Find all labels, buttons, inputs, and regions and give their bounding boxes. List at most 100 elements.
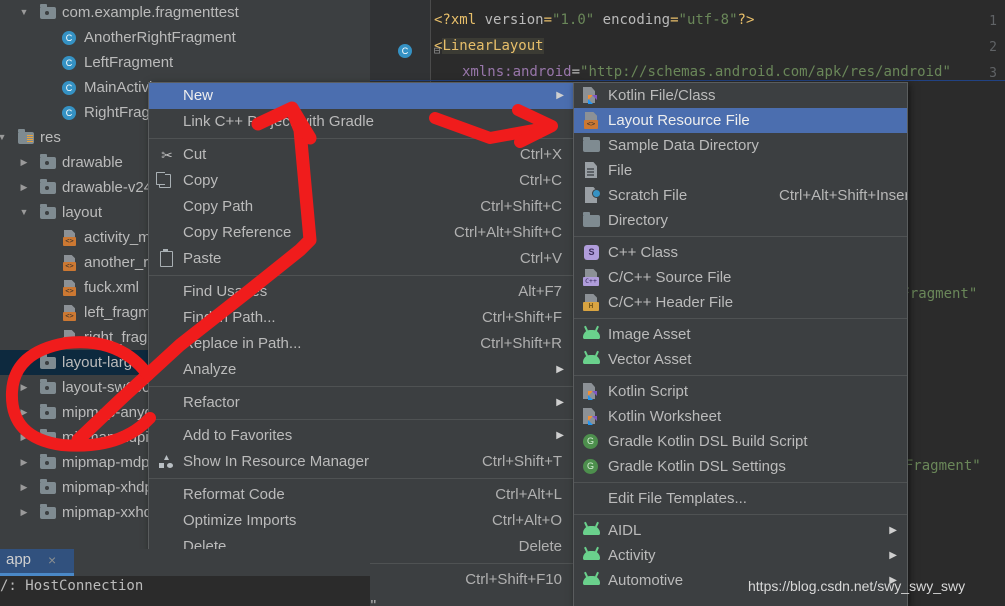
tree-row[interactable]: ▼ com.example.fragmenttest <box>0 0 370 25</box>
menu-item-label: Paste <box>183 250 222 267</box>
cpp-class-icon: S <box>583 244 601 261</box>
submenu-item-label: File <box>608 162 633 179</box>
submenu-item[interactable]: AIDL ▶ <box>574 518 907 543</box>
folder-icon <box>40 454 56 469</box>
submenu-item-label: Image Asset <box>608 326 691 343</box>
menu-item[interactable]: Optimize Imports Ctrl+Alt+O <box>149 508 574 534</box>
chevron-right-icon: ▶ <box>556 397 564 408</box>
chevron-right-icon[interactable]: ▶ <box>18 475 30 500</box>
submenu-item-label: C++ Class <box>608 244 679 261</box>
close-icon[interactable]: × <box>48 552 56 568</box>
menu-item-shortcut: Ctrl+Alt+L <box>495 486 562 503</box>
tree-row-label: drawable <box>62 154 123 171</box>
c-header-icon: H <box>583 294 601 311</box>
menu-item[interactable]: ✂ Cut Ctrl+X <box>149 142 574 168</box>
menu-separator <box>574 236 907 237</box>
menu-separator <box>149 138 574 139</box>
context-menu[interactable]: New ▶ Link C++ Project with Gradle ✂ Cut Ctrl… <box>148 82 575 606</box>
menu-item-label: Link C++ Project with Gradle <box>183 113 374 130</box>
menu-item[interactable]: Copy Reference Ctrl+Alt+Shift+C <box>149 220 574 246</box>
run-tool-window[interactable]: app × /: HostConnection <box>0 549 370 606</box>
menu-item[interactable]: Analyze ▶ <box>149 357 574 383</box>
menu-item[interactable]: New ▶ <box>149 83 574 109</box>
code-line-3: xmlns:android="http://schemas.android.co… <box>462 64 951 80</box>
submenu-item[interactable]: Edit File Templates... <box>574 486 907 511</box>
menu-item[interactable]: Refactor ▶ <box>149 390 574 416</box>
chevron-right-icon[interactable]: ▶ <box>18 375 30 400</box>
menu-item[interactable]: Paste Ctrl+V <box>149 246 574 272</box>
submenu-item[interactable]: H C/C++ Header File <box>574 290 907 315</box>
chevron-right-icon[interactable]: ▶ <box>18 175 30 200</box>
android-icon <box>583 526 600 535</box>
submenu-item[interactable]: Kotlin Worksheet <box>574 404 907 429</box>
submenu-item-label: Edit File Templates... <box>608 490 747 507</box>
submenu-item[interactable]: G Gradle Kotlin DSL Settings <box>574 454 907 479</box>
submenu-item[interactable]: Sample Data Directory <box>574 133 907 158</box>
line-number: 3 <box>989 66 997 81</box>
chevron-right-icon[interactable]: ▶ <box>18 150 30 175</box>
chevron-right-icon[interactable]: ▶ <box>18 450 30 475</box>
kotlin-icon <box>583 383 599 400</box>
menu-item[interactable]: Copy Path Ctrl+Shift+C <box>149 194 574 220</box>
submenu-item[interactable]: Directory <box>574 208 907 233</box>
run-tab-app[interactable]: app × <box>0 549 74 573</box>
submenu-item[interactable]: S C++ Class <box>574 240 907 265</box>
class-icon: C <box>62 106 76 120</box>
menu-separator <box>149 478 574 479</box>
menu-item-label: Replace in Path... <box>183 335 302 352</box>
tree-row[interactable]: C AnotherRightFragment <box>0 25 370 50</box>
submenu-item[interactable]: Image Asset <box>574 322 907 347</box>
menu-item-shortcut: Ctrl+Alt+Shift+C <box>454 224 562 241</box>
submenu-item[interactable]: Kotlin Script <box>574 379 907 404</box>
menu-item[interactable]: Link C++ Project with Gradle <box>149 109 574 135</box>
submenu-item[interactable]: <> Layout Resource File <box>574 108 907 133</box>
chevron-right-icon: ▶ <box>556 364 564 375</box>
scratch-file-icon <box>585 187 601 203</box>
submenu-item[interactable]: G Gradle Kotlin DSL Build Script <box>574 429 907 454</box>
chevron-right-icon[interactable]: ▶ <box>18 500 30 525</box>
submenu-item[interactable]: Scratch File Ctrl+Alt+Shift+Insert <box>574 183 907 208</box>
submenu-item[interactable]: Vector Asset <box>574 347 907 372</box>
menu-separator <box>574 482 907 483</box>
new-submenu[interactable]: Kotlin File/Class <> Layout Resource File S… <box>573 82 908 606</box>
submenu-item[interactable]: Activity ▶ <box>574 543 907 568</box>
menu-item-shortcut: Ctrl+Shift+F <box>481 309 562 326</box>
tree-row-label: fuck.xml <box>84 279 140 296</box>
chevron-down-icon[interactable]: ▼ <box>0 125 8 150</box>
menu-item-label: Reformat Code <box>183 486 285 503</box>
chevron-down-icon[interactable]: ▼ <box>18 200 30 225</box>
class-icon: C <box>62 81 76 95</box>
folder-icon <box>40 179 56 194</box>
class-gutter-icon[interactable]: C <box>398 44 412 58</box>
submenu-item-label: Activity <box>608 547 656 564</box>
menu-separator <box>149 275 574 276</box>
android-icon <box>583 330 600 339</box>
kotlin-icon <box>583 408 599 425</box>
folder-icon <box>40 379 56 394</box>
menu-item[interactable]: Find Usages Alt+F7 <box>149 279 574 305</box>
tree-row[interactable]: C LeftFragment <box>0 50 370 75</box>
chevron-right-icon[interactable]: ▶ <box>18 425 30 450</box>
menu-item[interactable]: Copy Ctrl+C <box>149 168 574 194</box>
submenu-item[interactable]: File <box>574 158 907 183</box>
chevron-right-icon[interactable]: ▶ <box>18 400 30 425</box>
chevron-down-icon[interactable]: ▼ <box>18 350 30 375</box>
submenu-item-label: Automotive <box>608 572 684 589</box>
xml-layout-icon: <> <box>62 255 78 271</box>
submenu-item[interactable]: C++ C/C++ Source File <box>574 265 907 290</box>
tree-row-label: res <box>40 129 61 146</box>
xml-layout-icon: <> <box>62 330 78 346</box>
submenu-item[interactable]: Kotlin File/Class <box>574 83 907 108</box>
menu-item[interactable]: Find in Path... Ctrl+Shift+F <box>149 305 574 331</box>
menu-item-shortcut: Ctrl+Shift+F10 <box>465 571 562 588</box>
chevron-down-icon[interactable]: ▼ <box>18 0 30 25</box>
xml-layout-icon: <> <box>62 280 78 296</box>
menu-item[interactable]: Reformat Code Ctrl+Alt+L <box>149 482 574 508</box>
submenu-item-shortcut: Ctrl+Alt+Shift+Insert <box>779 187 908 204</box>
menu-item[interactable]: Add to Favorites ▶ <box>149 423 574 449</box>
folder-icon <box>40 154 56 169</box>
menu-item[interactable]: Replace in Path... Ctrl+Shift+R <box>149 331 574 357</box>
menu-item[interactable]: Show In Resource Manager Ctrl+Shift+T <box>149 449 574 475</box>
chevron-right-icon: ▶ <box>556 430 564 441</box>
line-number: 1 <box>989 14 997 29</box>
